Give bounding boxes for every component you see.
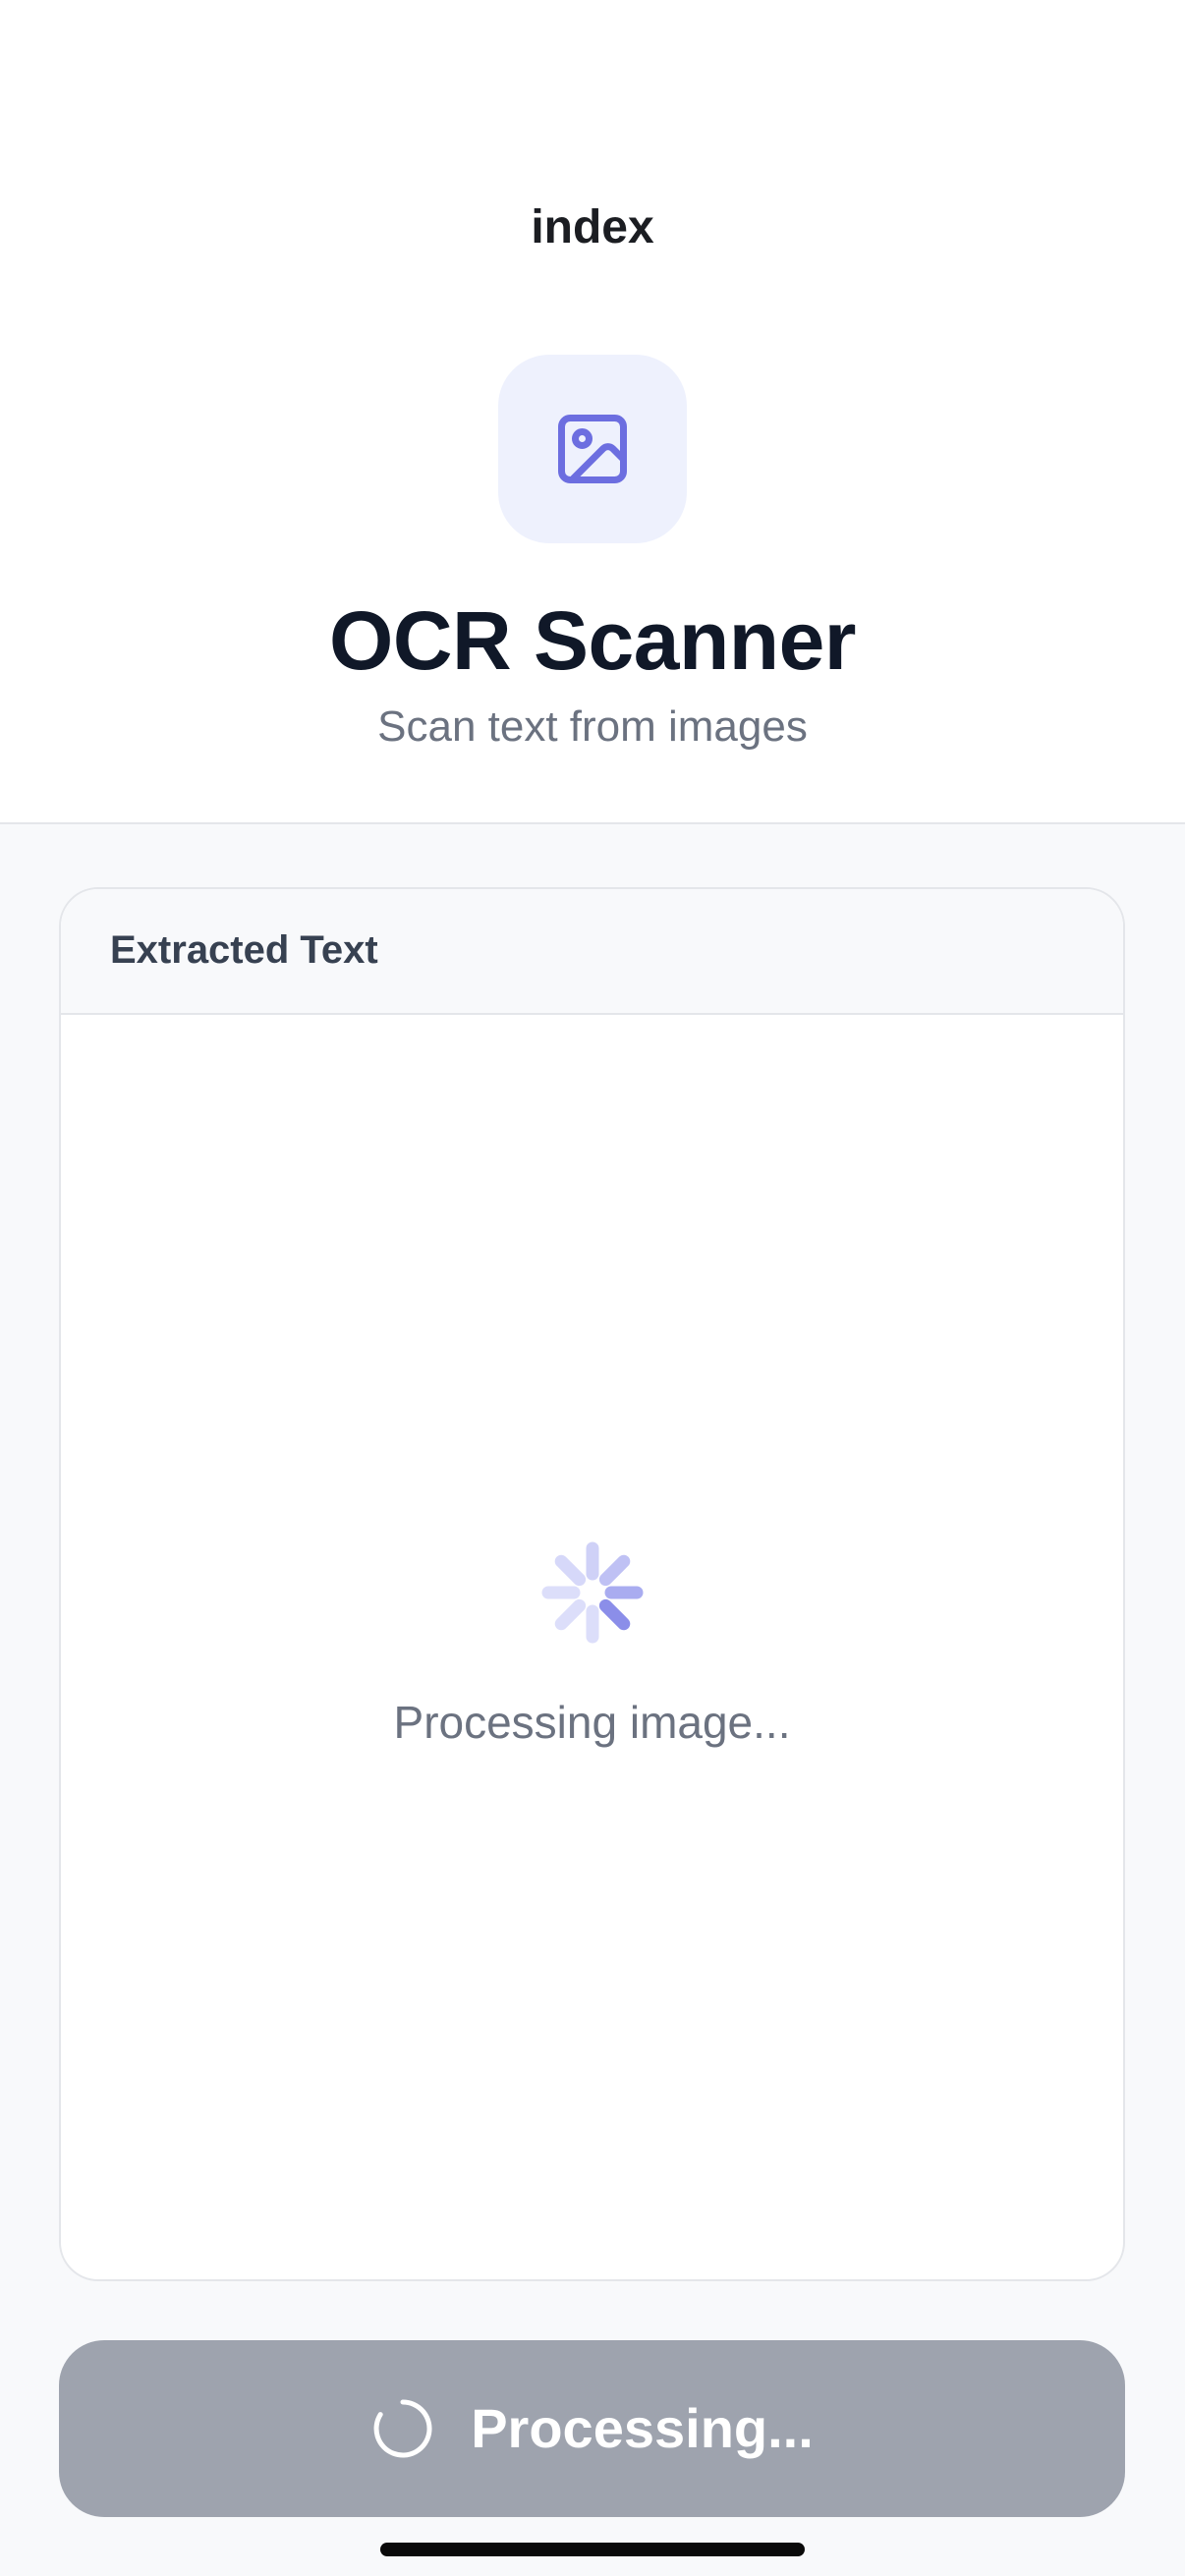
- loading-icon: [373, 2399, 432, 2458]
- nav-title: index: [531, 201, 654, 253]
- app-header: index OCR Scanner Scan text from images: [0, 0, 1185, 824]
- processing-status: Processing image...: [393, 1697, 791, 1748]
- processing-button-label: Processing...: [471, 2397, 814, 2459]
- processing-button[interactable]: Processing...: [59, 2340, 1125, 2517]
- app-subtitle: Scan text from images: [377, 702, 808, 751]
- extracted-text-card: Extracted Text Processing image...: [59, 887, 1125, 2281]
- app-logo: [498, 355, 687, 543]
- app-title: OCR Scanner: [329, 594, 857, 687]
- home-indicator[interactable]: [380, 2543, 805, 2556]
- card-header: Extracted Text: [61, 889, 1123, 1015]
- image-icon: [558, 415, 627, 483]
- card-title: Extracted Text: [110, 928, 378, 972]
- spinner-icon: [541, 1541, 644, 1644]
